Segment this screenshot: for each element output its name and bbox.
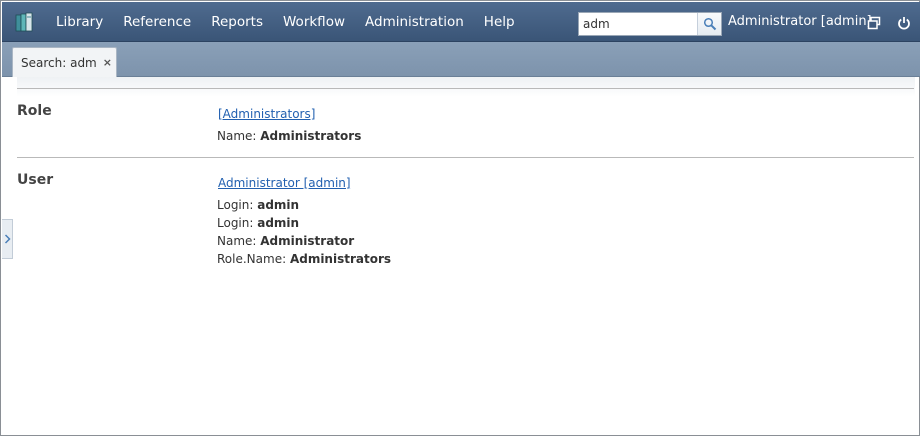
app-window: Library Reference Reports Workflow Admin… [0,0,920,436]
search-results: Role [Administrators] Name: Administrato… [17,77,915,433]
field-label: Login: [217,216,258,230]
menu-reference[interactable]: Reference [113,2,201,42]
menu-help[interactable]: Help [474,2,525,42]
user-result-link[interactable]: Administrator [admin] [218,176,351,190]
tab-label: Search: adm [21,55,97,70]
section-title-user: User [17,172,54,188]
field-value: Administrators [289,252,392,266]
user-field: Name: Administrator [217,234,354,248]
main-menu: Library Reference Reports Workflow Admin… [46,2,525,42]
user-field: Login: admin [217,198,299,212]
field-value: Administrator [260,234,355,248]
menu-administration[interactable]: Administration [355,2,474,42]
search-icon [703,17,716,31]
divider [17,88,914,89]
search-input[interactable] [579,13,698,35]
field-value: admin [257,198,300,212]
field-label: Login: [217,198,258,212]
tab-search[interactable]: Search: adm × [12,47,117,77]
field-label: Role.Name: [217,252,290,266]
power-icon[interactable] [896,15,912,31]
window-restore-icon[interactable] [866,15,882,31]
close-icon[interactable]: × [103,56,112,69]
global-search [578,12,722,36]
role-field: Name: Administrators [217,129,361,143]
search-button[interactable] [697,13,721,35]
field-value: admin [257,216,300,230]
user-field: Role.Name: Administrators [217,252,391,266]
field-value: Administrators [260,129,362,143]
menu-reports[interactable]: Reports [201,2,273,42]
field-label: Name: [217,129,261,143]
divider [17,157,914,158]
app-logo-icon[interactable] [14,11,36,33]
menu-workflow[interactable]: Workflow [273,2,355,42]
expand-sidebar-handle[interactable] [2,219,13,259]
role-result-link[interactable]: [Administrators] [218,107,315,121]
top-menu-bar: Library Reference Reports Workflow Admin… [2,2,920,42]
section-title-role: Role [17,103,52,119]
user-field: Login: admin [217,216,299,230]
chevron-right-icon [4,234,11,244]
field-label: Name: [217,234,261,248]
menu-library[interactable]: Library [46,2,113,42]
tab-strip: Search: adm × [2,42,920,77]
current-user-label[interactable]: Administrator [admin] [728,2,872,42]
